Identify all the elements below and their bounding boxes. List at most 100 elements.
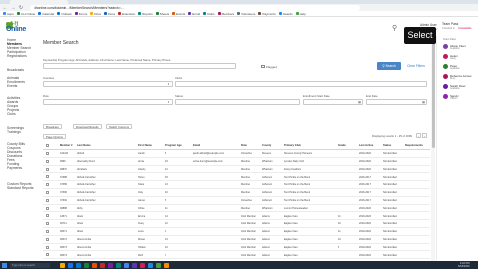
status-select[interactable]	[175, 99, 300, 105]
taskbar-app-icon[interactable]	[132, 262, 137, 268]
column-header[interactable]: Program Age	[165, 144, 182, 147]
table-cell[interactable]: 37389	[60, 183, 67, 186]
bookmark-item[interactable]: Sheets	[155, 12, 169, 16]
column-header[interactable]: Requirements	[405, 144, 423, 147]
column-header[interactable]: Last Name	[77, 144, 91, 147]
taskbar-clock[interactable]: 3:42 PM 6/18/2020	[458, 262, 470, 268]
table-row[interactable]: 48374 Abercrombie Ruth 7 Club Member Adams Eag…	[43, 251, 430, 260]
avatar[interactable]	[443, 44, 448, 49]
table-cell[interactable]: Abbott-Carrother	[77, 191, 96, 194]
search-button[interactable]: ⚲ Search	[377, 62, 401, 70]
table-cell[interactable]: 48371	[60, 230, 67, 233]
table-cell[interactable]: Abercrombie	[77, 246, 91, 249]
end-date-input[interactable]	[366, 99, 427, 105]
table-row[interactable]: 120434 Abbott Jacob 8 jacob.abbott@example.c…	[43, 150, 430, 158]
table-cell[interactable]: 37394	[60, 199, 67, 202]
table-row[interactable]: 48888 Abby Chloe 11 Member Whatcom Lummi Homes…	[43, 205, 430, 213]
bookmark-item[interactable]: Help	[295, 12, 306, 16]
counties-select[interactable]	[43, 81, 173, 87]
search-icon[interactable]: ⚲	[392, 24, 400, 32]
table-cell[interactable]: Abby	[77, 207, 83, 210]
table-cell[interactable]: 48870	[60, 168, 67, 171]
row-checkbox[interactable]	[46, 159, 49, 163]
row-checkbox[interactable]	[46, 214, 49, 218]
taskbar-app-icon[interactable]	[148, 262, 153, 268]
avatar[interactable]	[443, 84, 448, 89]
table-row[interactable]: 46711 Abels Avery 12 Club Member Adams Eagles …	[43, 220, 430, 228]
column-header[interactable]: Primary Club	[284, 144, 301, 147]
clear-filters-button[interactable]: Clear Filters	[405, 62, 427, 70]
bookmark-item[interactable]: Enroll	[188, 12, 200, 16]
taskbar-app-icon[interactable]	[108, 262, 113, 268]
url-field[interactable]: 4honline.com/#/admin.../MemberSearch/Mem…	[30, 4, 360, 11]
table-row[interactable]: 37388 Abbott-Carrother Helen 15 Member Jeffer…	[43, 173, 430, 182]
page-scrollbar[interactable]	[431, 36, 435, 261]
role-dropdown-icon[interactable]: ▾	[166, 100, 171, 104]
table-row[interactable]: 9999 Abernathy-Dunn Annie 16 annie.dunn@exam…	[43, 158, 430, 166]
table-row[interactable]: 48870 Abraham Liberty 12 Member Whatcom Fancy …	[43, 166, 430, 174]
bookmark-item[interactable]: Clubs	[202, 12, 215, 16]
table-row[interactable]: 14571 Abels Emma 14 Club Member Adams Eagles C…	[43, 212, 430, 221]
bookmark-item[interactable]: Payments	[258, 12, 276, 16]
table-row[interactable]: 48373 Abercrombie Holden 10 Club Member Adams…	[43, 244, 430, 252]
bookmark-item[interactable]: Awards	[278, 12, 293, 16]
windows-start-icon[interactable]	[2, 262, 7, 268]
bookmark-item[interactable]: Extension	[118, 12, 135, 16]
table-cell[interactable]: 9999	[60, 160, 66, 163]
table-cell[interactable]: 48888	[60, 207, 67, 210]
table-cell[interactable]: Abels	[77, 230, 83, 233]
table-cell[interactable]: Abels	[77, 215, 83, 218]
download-results-button[interactable]: Download Results	[73, 124, 102, 129]
sidebar-item-events[interactable]: Events	[7, 84, 17, 88]
bookmark-item[interactable]: Forms	[74, 12, 87, 16]
table-cell[interactable]: Abercrombie	[77, 254, 91, 257]
row-checkbox[interactable]	[46, 191, 49, 194]
column-header[interactable]: Last Active	[359, 144, 373, 147]
row-checkbox[interactable]	[46, 237, 49, 241]
column-header[interactable]: First Name	[138, 144, 152, 147]
avatar[interactable]	[443, 54, 448, 59]
avatar[interactable]	[443, 64, 448, 69]
row-checkbox[interactable]	[46, 198, 49, 202]
table-row[interactable]: 37394 Abbott-Carrother James 8 Cloverbud Jeff…	[43, 197, 430, 205]
row-checkbox[interactable]	[46, 230, 49, 233]
bookmark-item[interactable]: Reports	[138, 12, 153, 16]
switch-columns-button[interactable]: Switch Columns	[106, 124, 133, 129]
row-checkbox[interactable]	[46, 175, 49, 179]
taskbar-app-icon[interactable]	[156, 262, 161, 268]
role-select[interactable]	[43, 99, 173, 105]
table-row[interactable]: 48371 Abels Lena 9 Club Member Adams Eagles Ca…	[43, 228, 430, 236]
reload-icon[interactable]: ↻	[18, 5, 24, 11]
taskbar-app-icon[interactable]	[116, 262, 121, 268]
avatar[interactable]	[443, 94, 448, 99]
forward-icon[interactable]: →	[10, 5, 16, 11]
taskbar-search-input[interactable]: Type here to search	[10, 262, 50, 268]
bookmark-item[interactable]: Events	[172, 12, 185, 16]
bookmark-item[interactable]: 4-H Online	[16, 12, 35, 16]
flagged-checkbox[interactable]	[261, 64, 265, 68]
taskbar-app-icon[interactable]	[84, 262, 89, 268]
row-checkbox[interactable]	[46, 222, 49, 226]
row-checkbox[interactable]	[46, 152, 49, 155]
table-row[interactable]: 37390 Abbott-Carrother Clay 10 Member Jeffers…	[43, 189, 430, 197]
bookmark-item[interactable]: Apps	[3, 12, 14, 16]
sidebar-item-standard-reports[interactable]: Standard Reports	[7, 186, 34, 190]
next-page-icon[interactable]: ›	[422, 133, 427, 138]
table-cell[interactable]: 48372	[60, 238, 67, 241]
taskbar-app-icon[interactable]	[60, 262, 65, 268]
table-cell[interactable]: 37390	[60, 191, 67, 194]
bookmark-item[interactable]: Outlook	[57, 12, 72, 16]
sidebar-item-clubs[interactable]: Clubs	[7, 112, 16, 116]
broadcast-button[interactable]: Broadcast	[43, 124, 62, 129]
table-cell[interactable]: Abbott-Carrother	[77, 176, 96, 179]
page-options-button[interactable]: Page Options	[43, 134, 66, 139]
sidebar-item-payments[interactable]: Payments	[7, 166, 22, 170]
calendar-icon[interactable]: ▦	[357, 100, 362, 104]
table-cell[interactable]: 14571	[60, 215, 67, 218]
bookmark-item[interactable]: Docs	[104, 12, 115, 16]
table-cell[interactable]: 120434	[60, 152, 68, 155]
keywords-input[interactable]	[43, 63, 236, 69]
table-cell[interactable]: Abels	[77, 222, 83, 225]
table-cell[interactable]: Abbott-Carrother	[77, 183, 96, 186]
table-cell[interactable]: 48374	[60, 254, 67, 257]
